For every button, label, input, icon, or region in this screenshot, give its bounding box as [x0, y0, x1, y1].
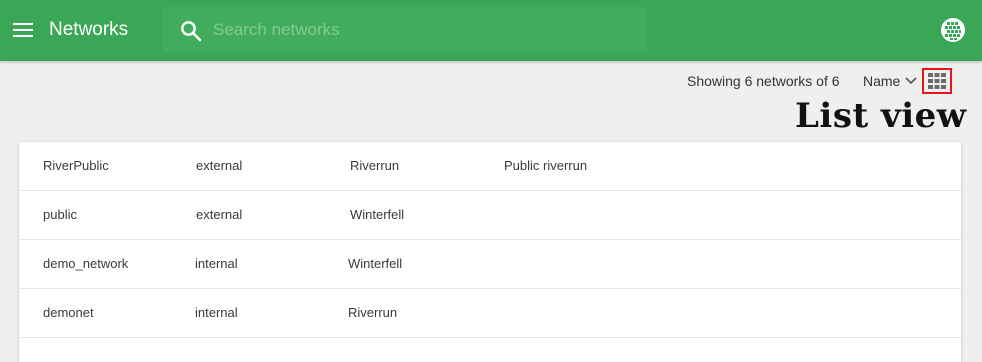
search-icon: [181, 21, 202, 42]
list-view-annotation: List view: [795, 96, 967, 136]
search-input[interactable]: [213, 7, 633, 53]
globe-avatar-icon[interactable]: [940, 17, 966, 43]
network-name: public: [43, 207, 77, 222]
networks-list: RiverPublic external Riverrun Public riv…: [19, 142, 961, 362]
network-cloud: Winterfell: [350, 207, 405, 222]
grid-view-icon: [928, 73, 946, 89]
search-bar[interactable]: [163, 7, 647, 53]
network-description: Public riverrun: [504, 158, 588, 173]
network-row[interactable]: demo_network internal Winterfell: [19, 240, 961, 289]
network-type: external: [196, 207, 243, 222]
hamburger-menu-icon[interactable]: [12, 20, 34, 40]
results-count: Showing 6 networks of 6: [687, 73, 840, 89]
network-row[interactable]: public external Winterfell: [19, 191, 961, 240]
chevron-down-icon[interactable]: [904, 76, 918, 86]
sort-select[interactable]: Name: [863, 73, 900, 89]
network-type: internal: [195, 256, 238, 271]
app-header: Networks: [0, 0, 982, 61]
page-title: Networks: [49, 19, 129, 40]
network-name: demo_network: [43, 256, 129, 271]
network-row[interactable]: demonet internal Riverrun: [19, 289, 961, 338]
network-cloud: Riverrun: [350, 158, 400, 173]
network-name: demonet: [43, 305, 94, 320]
network-type: external: [196, 158, 243, 173]
network-cloud: Riverrun: [348, 305, 398, 320]
network-cloud: Winterfell: [348, 256, 403, 271]
view-toggle-button[interactable]: [922, 68, 952, 94]
network-type: internal: [195, 305, 238, 320]
network-row[interactable]: RiverPublic external Riverrun Public riv…: [19, 142, 961, 191]
network-name: RiverPublic: [43, 158, 109, 173]
